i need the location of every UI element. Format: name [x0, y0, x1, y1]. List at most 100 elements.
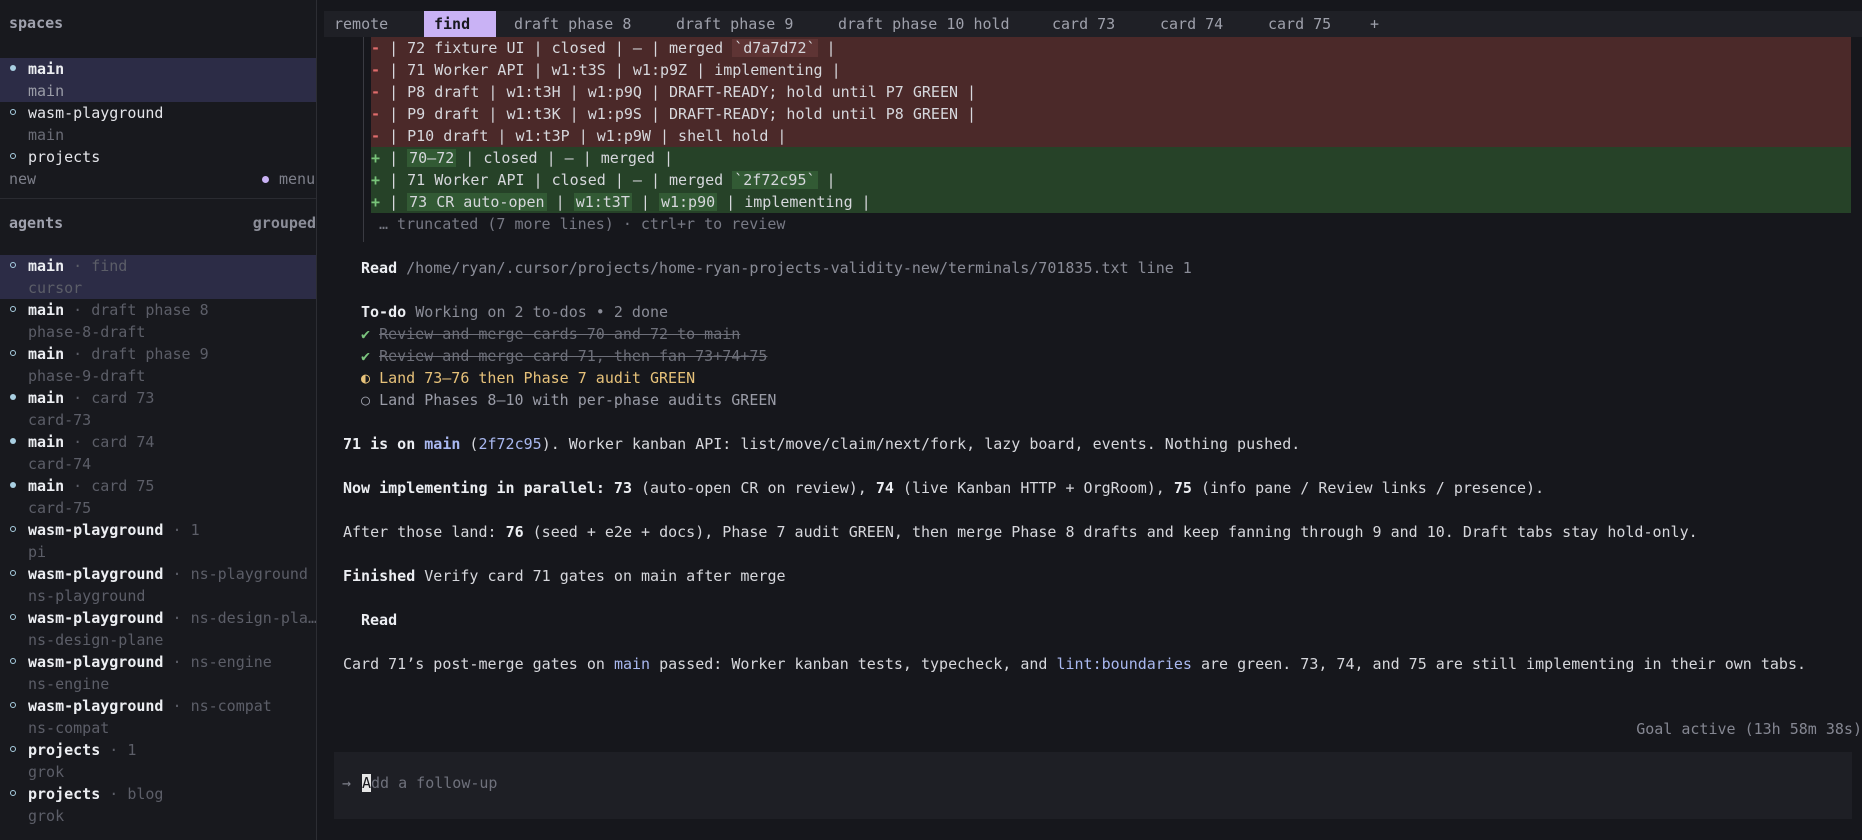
- finished-status: Finished Verify card 71 gates on main af…: [343, 567, 786, 585]
- space-name: main: [28, 60, 65, 78]
- agents-heading: agents: [9, 214, 64, 232]
- tab-draft-phase-9[interactable]: draft phase 9: [666, 11, 803, 37]
- idle-dot-icon: [10, 350, 16, 356]
- read-label: Read: [361, 259, 398, 277]
- todo-item: ✔ Review and merge cards 70 and 72 to ma…: [361, 325, 741, 343]
- diff-removed-line: - | P10 draft | w1:t3P | w1:p9W | shell …: [371, 125, 1851, 147]
- half-circle-icon: ◐: [361, 369, 371, 387]
- space-item-wasm-playground[interactable]: wasm-playground main: [0, 102, 316, 146]
- text-cursor: A: [362, 774, 372, 792]
- diff-removed-line: - | P9 draft | w1:t3K | w1:p9S | DRAFT-R…: [371, 103, 1851, 125]
- tab-draft-phase-8[interactable]: draft phase 8: [504, 11, 641, 37]
- idle-dot-icon: [10, 614, 16, 620]
- assistant-message: After those land: 76 (seed + e2e + docs)…: [343, 523, 1698, 541]
- agent-tab: 1: [190, 521, 200, 539]
- follow-up-placeholder[interactable]: Add a follow-up: [362, 774, 497, 792]
- space-name: wasm-playground: [28, 104, 164, 122]
- agent-tab: draft phase 8: [91, 301, 209, 319]
- agent-branch: card-74: [28, 455, 92, 473]
- diff-added-line: + | 70–72 | closed | — | merged |: [371, 147, 1851, 169]
- agent-branch: grok: [28, 763, 65, 781]
- agent-tab: find: [91, 257, 128, 275]
- menu-button[interactable]: menu: [279, 168, 315, 190]
- agent-space: main: [28, 433, 65, 451]
- idle-dot-icon: [10, 702, 16, 708]
- agent-item[interactable]: wasm-playground · ns-playground ns-playg…: [0, 563, 316, 607]
- space-name: projects: [28, 148, 101, 166]
- active-dot-icon: [10, 482, 16, 488]
- spaces-footer: new menu: [0, 168, 316, 190]
- agent-item[interactable]: main · card 75 card-75: [0, 475, 316, 519]
- agent-space: main: [28, 257, 65, 275]
- agent-item[interactable]: wasm-playground · ns-design-pla… ns-desi…: [0, 607, 316, 651]
- space-branch: main: [28, 126, 65, 144]
- new-space-button[interactable]: new: [9, 168, 36, 190]
- idle-dot-icon: [10, 153, 16, 159]
- follow-up-input[interactable]: → Add a follow-up: [334, 752, 1852, 819]
- agent-space: wasm-playground: [28, 609, 164, 627]
- agent-space: main: [28, 301, 65, 319]
- agent-space: main: [28, 477, 65, 495]
- new-tab-button[interactable]: +: [1360, 11, 1389, 37]
- agent-branch: ns-design-plane: [28, 631, 164, 649]
- agent-tab: blog: [127, 785, 164, 803]
- conversation-pane: - | 72 fixture UI | closed | — | merged …: [324, 37, 1862, 840]
- prompt-arrow-icon: →: [342, 774, 352, 792]
- idle-dot-icon: [10, 790, 16, 796]
- agent-branch: cursor: [28, 279, 83, 297]
- agent-item[interactable]: wasm-playground · ns-compat ns-compat: [0, 695, 316, 739]
- tab-card-75[interactable]: card 75: [1258, 11, 1341, 37]
- space-branch: main: [28, 82, 65, 100]
- read-tool-call: Read /home/ryan/.cursor/projects/home-ry…: [361, 257, 1192, 279]
- agent-tab: card 74: [91, 433, 155, 451]
- agent-item[interactable]: main · draft phase 9 phase-9-draft: [0, 343, 316, 387]
- diff-added-line: + | 71 Worker API | closed | — | merged …: [371, 169, 1851, 191]
- active-dot-icon: [10, 394, 16, 400]
- assistant-message: Card 71’s post-merge gates on main passe…: [343, 655, 1807, 673]
- space-item-projects[interactable]: projects: [0, 146, 316, 168]
- active-dot-icon: [10, 65, 16, 71]
- tab-bar: remote find draft phase 8 draft phase 9 …: [324, 11, 1862, 37]
- idle-dot-icon: [10, 658, 16, 664]
- tab-card-74[interactable]: card 74: [1150, 11, 1233, 37]
- check-icon: ✔: [361, 325, 371, 343]
- tab-draft-phase-10-hold[interactable]: draft phase 10 hold: [828, 11, 1020, 37]
- agent-branch: grok: [28, 807, 65, 825]
- agent-tab: ns-compat: [190, 697, 272, 715]
- agent-item[interactable]: projects · 1 grok: [0, 739, 316, 783]
- agent-branch: phase-9-draft: [28, 367, 146, 385]
- agent-space: wasm-playground: [28, 521, 164, 539]
- diff-truncated-note[interactable]: … truncated (7 more lines) · ctrl+r to r…: [379, 213, 785, 235]
- agent-item[interactable]: wasm-playground · ns-engine ns-engine: [0, 651, 316, 695]
- agent-item[interactable]: projects · blog grok: [0, 783, 316, 827]
- diff-gutter: [363, 37, 364, 242]
- agent-item[interactable]: main · card 73 card-73: [0, 387, 316, 431]
- diff-removed-line: - | 72 fixture UI | closed | — | merged …: [371, 37, 1851, 59]
- idle-dot-icon: [10, 306, 16, 312]
- todo-item: ✔ Review and merge card 71, then fan 73+…: [361, 347, 768, 365]
- agent-space: wasm-playground: [28, 653, 164, 671]
- tab-card-73[interactable]: card 73: [1042, 11, 1125, 37]
- tab-remote[interactable]: remote: [324, 11, 398, 37]
- agent-tab: ns-engine: [190, 653, 272, 671]
- agent-space: main: [28, 345, 65, 363]
- todo-item: ◐ Land 73–76 then Phase 7 audit GREEN: [361, 369, 696, 387]
- agent-branch: card-73: [28, 411, 92, 429]
- check-icon: ✔: [361, 347, 371, 365]
- agent-branch: ns-playground: [28, 587, 146, 605]
- agent-tab: card 75: [91, 477, 155, 495]
- read-path: /home/ryan/.cursor/projects/home-ryan-pr…: [406, 259, 1192, 277]
- goal-status: Goal active (13h 58m 38s): [1636, 720, 1862, 738]
- active-dot-icon: [10, 438, 16, 444]
- agent-space: projects: [28, 785, 101, 803]
- tab-find[interactable]: find: [424, 11, 496, 37]
- space-item-main[interactable]: main main: [0, 58, 316, 102]
- agent-item[interactable]: main · card 74 card-74: [0, 431, 316, 475]
- grouped-toggle[interactable]: grouped: [253, 214, 316, 232]
- agent-branch: ns-compat: [28, 719, 110, 737]
- menu-dot-icon: [262, 176, 269, 183]
- agent-item[interactable]: main · draft phase 8 phase-8-draft: [0, 299, 316, 343]
- assistant-message: 71 is on main (2f72c95). Worker kanban A…: [343, 435, 1301, 453]
- agent-item[interactable]: main · find cursor: [0, 255, 316, 299]
- agent-item[interactable]: wasm-playground · 1 pi: [0, 519, 316, 563]
